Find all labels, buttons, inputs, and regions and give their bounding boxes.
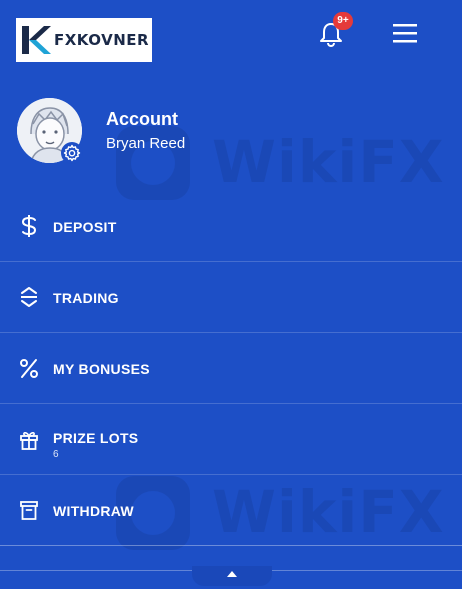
- chevron-up-icon: [227, 571, 237, 577]
- gift-icon: [20, 432, 38, 450]
- side-menu: DEPOSIT TRADING MY BONUSES PRIZE LOTS 6: [0, 191, 462, 546]
- menu-label: MY BONUSES: [53, 361, 150, 377]
- menu-label: WITHDRAW: [53, 503, 134, 519]
- top-bar: FXKOVNER 9+: [0, 0, 462, 70]
- menu-item-trading[interactable]: TRADING: [0, 262, 462, 333]
- menu-item-prize-lots[interactable]: PRIZE LOTS 6: [0, 404, 462, 475]
- prize-lots-count: 6: [53, 449, 59, 460]
- brand-logo[interactable]: FXKOVNER: [16, 18, 152, 62]
- menu-item-withdraw[interactable]: WITHDRAW: [0, 475, 462, 546]
- logo-text: FXKOVNER: [54, 31, 150, 49]
- menu-item-deposit[interactable]: DEPOSIT: [0, 191, 462, 262]
- menu-label: PRIZE LOTS: [53, 430, 139, 446]
- menu-item-my-bonuses[interactable]: MY BONUSES: [0, 333, 462, 404]
- logo-mark-icon: [22, 26, 51, 54]
- settings-gear-icon[interactable]: [60, 141, 84, 165]
- expand-tab[interactable]: [192, 566, 272, 586]
- account-name: Bryan Reed: [106, 135, 186, 152]
- menu-icon[interactable]: [392, 22, 418, 44]
- dollar-icon: [21, 215, 37, 237]
- trade-arrows-icon: [21, 287, 37, 307]
- account-section: Account Bryan Reed: [0, 95, 462, 195]
- menu-label: DEPOSIT: [53, 219, 117, 235]
- menu-label: TRADING: [53, 290, 119, 306]
- archive-icon: [20, 501, 38, 520]
- percent-icon: [20, 359, 38, 378]
- account-title: Account: [106, 109, 178, 129]
- notification-badge: 9+: [333, 12, 353, 30]
